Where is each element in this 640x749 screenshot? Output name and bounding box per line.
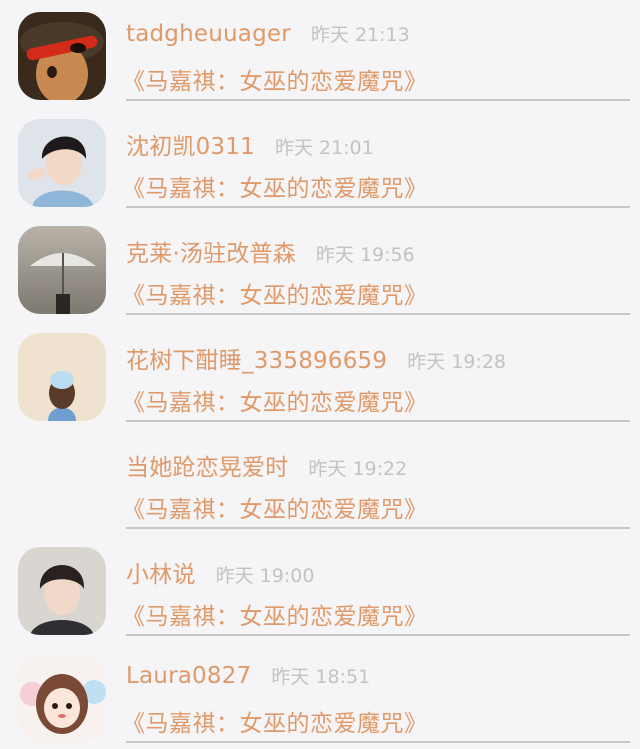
item-content: Laura0827 昨天 18:51 《马嘉祺：女巫的恋爱魔咒》 (122, 642, 630, 749)
item-content: 花树下酣睡_335896659 昨天 19:28 《马嘉祺：女巫的恋爱魔咒》 (122, 321, 630, 428)
item-meta: 沈初凯0311 昨天 21:01 (126, 127, 374, 161)
timestamp: 昨天 19:56 (315, 244, 415, 266)
cartoon-girl-avatar-icon (18, 654, 106, 742)
item-content: 克莱·汤驻改普森 昨天 19:56 《马嘉祺：女巫的恋爱魔咒》 (122, 214, 630, 321)
username[interactable]: 当她跄恋晃爱时 (126, 448, 288, 482)
avatar[interactable] (18, 119, 106, 207)
username[interactable]: 小林说 (126, 555, 196, 589)
username[interactable]: Laura0827 (126, 663, 251, 689)
girl-back-avatar-icon (18, 333, 106, 421)
divider (126, 527, 630, 529)
avatar[interactable] (18, 440, 106, 528)
avatar[interactable] (18, 654, 106, 742)
timestamp: 昨天 21:13 (310, 24, 410, 46)
username[interactable]: 沈初凯0311 (126, 127, 255, 161)
divider (126, 420, 630, 422)
avatar[interactable] (18, 547, 106, 635)
divider (126, 313, 630, 315)
timestamp: 昨天 19:00 (215, 565, 315, 587)
item-meta: tadgheuuager 昨天 21:13 (126, 20, 410, 47)
item-meta: 当她跄恋晃爱时 昨天 19:22 (126, 448, 407, 482)
story-title-link[interactable]: 《马嘉祺：女巫的恋爱魔咒》 (122, 490, 428, 524)
story-title-link[interactable]: 《马嘉祺：女巫的恋爱魔咒》 (122, 276, 428, 310)
list-item[interactable]: Laura0827 昨天 18:51 《马嘉祺：女巫的恋爱魔咒》 (0, 642, 640, 749)
story-title-link[interactable]: 《马嘉祺：女巫的恋爱魔咒》 (122, 597, 428, 631)
story-title-link[interactable]: 《马嘉祺：女巫的恋爱魔咒》 (122, 169, 428, 203)
list-item[interactable]: 花树下酣睡_335896659 昨天 19:28 《马嘉祺：女巫的恋爱魔咒》 (0, 321, 640, 428)
list-item[interactable]: 沈初凯0311 昨天 21:01 《马嘉祺：女巫的恋爱魔咒》 (0, 107, 640, 214)
comment-feed: tadgheuuager 昨天 21:13 《马嘉祺：女巫的恋爱魔咒》 沈初凯0… (0, 0, 640, 743)
list-item[interactable]: 克莱·汤驻改普森 昨天 19:56 《马嘉祺：女巫的恋爱魔咒》 (0, 214, 640, 321)
item-meta: 小林说 昨天 19:00 (126, 555, 314, 589)
timestamp: 昨天 19:28 (407, 351, 506, 373)
item-meta: 花树下酣睡_335896659 昨天 19:28 (126, 341, 506, 375)
divider (126, 634, 630, 636)
timestamp: 昨天 21:01 (274, 137, 374, 159)
boy-portrait-avatar-2-icon (18, 547, 106, 635)
item-meta: 克莱·汤驻改普森 昨天 19:56 (126, 234, 415, 268)
avatar[interactable] (18, 12, 106, 100)
username[interactable]: 花树下酣睡_335896659 (126, 341, 387, 375)
item-content: 当她跄恋晃爱时 昨天 19:22 《马嘉祺：女巫的恋爱魔咒》 (122, 428, 630, 535)
avatar[interactable] (18, 333, 106, 421)
story-title-link[interactable]: 《马嘉祺：女巫的恋爱魔咒》 (122, 383, 428, 417)
boy-portrait-avatar-icon (18, 119, 106, 207)
avatar[interactable] (18, 226, 106, 314)
divider (126, 206, 630, 208)
pirate-doll-avatar-icon (18, 12, 106, 100)
story-title-link[interactable]: 《马嘉祺：女巫的恋爱魔咒》 (122, 62, 428, 96)
list-item[interactable]: 小林说 昨天 19:00 《马嘉祺：女巫的恋爱魔咒》 (0, 535, 640, 642)
item-content: 小林说 昨天 19:00 《马嘉祺：女巫的恋爱魔咒》 (122, 535, 630, 642)
list-item[interactable]: 当她跄恋晃爱时 昨天 19:22 《马嘉祺：女巫的恋爱魔咒》 (0, 428, 640, 535)
item-content: 沈初凯0311 昨天 21:01 《马嘉祺：女巫的恋爱魔咒》 (122, 107, 630, 214)
timestamp: 昨天 19:22 (308, 458, 408, 480)
username[interactable]: 克莱·汤驻改普森 (126, 234, 296, 268)
umbrella-avatar-icon (18, 226, 106, 314)
story-title-link[interactable]: 《马嘉祺：女巫的恋爱魔咒》 (122, 704, 428, 738)
timestamp: 昨天 18:51 (271, 666, 371, 688)
item-content: tadgheuuager 昨天 21:13 《马嘉祺：女巫的恋爱魔咒》 (122, 0, 630, 107)
list-item[interactable]: tadgheuuager 昨天 21:13 《马嘉祺：女巫的恋爱魔咒》 (0, 0, 640, 107)
item-meta: Laura0827 昨天 18:51 (126, 662, 370, 689)
divider (126, 99, 630, 101)
username[interactable]: tadgheuuager (126, 21, 291, 47)
